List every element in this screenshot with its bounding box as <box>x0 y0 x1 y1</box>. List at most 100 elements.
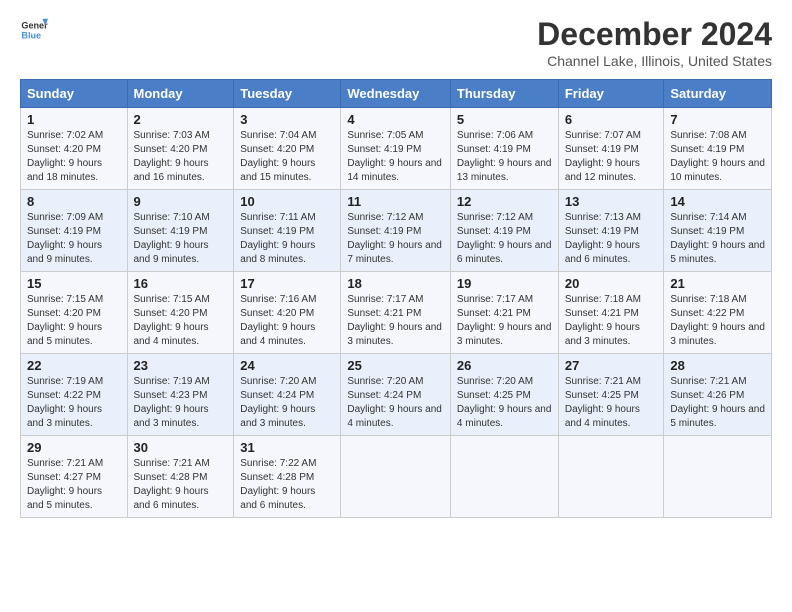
day-cell: 12 Sunrise: 7:12 AM Sunset: 4:19 PM Dayl… <box>450 190 558 272</box>
day-detail: Sunrise: 7:08 AM Sunset: 4:19 PM Dayligh… <box>670 129 765 185</box>
header-cell-thursday: Thursday <box>450 80 558 108</box>
day-cell: 31 Sunrise: 7:22 AM Sunset: 4:28 PM Dayl… <box>234 436 341 518</box>
day-number: 18 <box>347 276 444 291</box>
day-cell: 22 Sunrise: 7:19 AM Sunset: 4:22 PM Dayl… <box>21 354 128 436</box>
day-number: 9 <box>134 194 228 209</box>
day-number: 19 <box>457 276 552 291</box>
day-detail: Sunrise: 7:06 AM Sunset: 4:19 PM Dayligh… <box>457 129 552 185</box>
day-detail: Sunrise: 7:18 AM Sunset: 4:22 PM Dayligh… <box>670 293 765 349</box>
day-cell <box>558 436 664 518</box>
day-detail: Sunrise: 7:17 AM Sunset: 4:21 PM Dayligh… <box>347 293 444 349</box>
title-section: December 2024 Channel Lake, Illinois, Un… <box>537 16 772 69</box>
day-detail: Sunrise: 7:21 AM Sunset: 4:28 PM Dayligh… <box>134 457 228 513</box>
day-detail: Sunrise: 7:12 AM Sunset: 4:19 PM Dayligh… <box>457 211 552 267</box>
day-detail: Sunrise: 7:11 AM Sunset: 4:19 PM Dayligh… <box>240 211 334 267</box>
day-cell: 1 Sunrise: 7:02 AM Sunset: 4:20 PM Dayli… <box>21 108 128 190</box>
day-number: 5 <box>457 112 552 127</box>
day-number: 30 <box>134 440 228 455</box>
day-number: 31 <box>240 440 334 455</box>
day-cell: 7 Sunrise: 7:08 AM Sunset: 4:19 PM Dayli… <box>664 108 772 190</box>
day-cell <box>450 436 558 518</box>
day-cell: 11 Sunrise: 7:12 AM Sunset: 4:19 PM Dayl… <box>341 190 451 272</box>
day-detail: Sunrise: 7:19 AM Sunset: 4:22 PM Dayligh… <box>27 375 121 431</box>
day-cell: 6 Sunrise: 7:07 AM Sunset: 4:19 PM Dayli… <box>558 108 664 190</box>
day-cell: 8 Sunrise: 7:09 AM Sunset: 4:19 PM Dayli… <box>21 190 128 272</box>
day-cell: 13 Sunrise: 7:13 AM Sunset: 4:19 PM Dayl… <box>558 190 664 272</box>
day-number: 23 <box>134 358 228 373</box>
header-cell-sunday: Sunday <box>21 80 128 108</box>
day-number: 7 <box>670 112 765 127</box>
day-cell: 29 Sunrise: 7:21 AM Sunset: 4:27 PM Dayl… <box>21 436 128 518</box>
day-cell: 16 Sunrise: 7:15 AM Sunset: 4:20 PM Dayl… <box>127 272 234 354</box>
day-detail: Sunrise: 7:19 AM Sunset: 4:23 PM Dayligh… <box>134 375 228 431</box>
day-cell: 4 Sunrise: 7:05 AM Sunset: 4:19 PM Dayli… <box>341 108 451 190</box>
day-number: 24 <box>240 358 334 373</box>
day-detail: Sunrise: 7:16 AM Sunset: 4:20 PM Dayligh… <box>240 293 334 349</box>
day-number: 27 <box>565 358 658 373</box>
day-cell: 30 Sunrise: 7:21 AM Sunset: 4:28 PM Dayl… <box>127 436 234 518</box>
day-number: 4 <box>347 112 444 127</box>
day-detail: Sunrise: 7:20 AM Sunset: 4:25 PM Dayligh… <box>457 375 552 431</box>
day-number: 1 <box>27 112 121 127</box>
day-cell: 9 Sunrise: 7:10 AM Sunset: 4:19 PM Dayli… <box>127 190 234 272</box>
day-detail: Sunrise: 7:15 AM Sunset: 4:20 PM Dayligh… <box>134 293 228 349</box>
day-detail: Sunrise: 7:21 AM Sunset: 4:25 PM Dayligh… <box>565 375 658 431</box>
day-detail: Sunrise: 7:12 AM Sunset: 4:19 PM Dayligh… <box>347 211 444 267</box>
day-number: 2 <box>134 112 228 127</box>
day-detail: Sunrise: 7:13 AM Sunset: 4:19 PM Dayligh… <box>565 211 658 267</box>
day-cell: 10 Sunrise: 7:11 AM Sunset: 4:19 PM Dayl… <box>234 190 341 272</box>
day-cell: 23 Sunrise: 7:19 AM Sunset: 4:23 PM Dayl… <box>127 354 234 436</box>
header-cell-wednesday: Wednesday <box>341 80 451 108</box>
week-row-4: 22 Sunrise: 7:19 AM Sunset: 4:22 PM Dayl… <box>21 354 772 436</box>
day-cell: 20 Sunrise: 7:18 AM Sunset: 4:21 PM Dayl… <box>558 272 664 354</box>
day-cell: 25 Sunrise: 7:20 AM Sunset: 4:24 PM Dayl… <box>341 354 451 436</box>
day-number: 17 <box>240 276 334 291</box>
day-detail: Sunrise: 7:04 AM Sunset: 4:20 PM Dayligh… <box>240 129 334 185</box>
day-number: 16 <box>134 276 228 291</box>
calendar-title: December 2024 <box>537 16 772 53</box>
day-number: 28 <box>670 358 765 373</box>
day-detail: Sunrise: 7:14 AM Sunset: 4:19 PM Dayligh… <box>670 211 765 267</box>
day-cell: 26 Sunrise: 7:20 AM Sunset: 4:25 PM Dayl… <box>450 354 558 436</box>
day-cell: 19 Sunrise: 7:17 AM Sunset: 4:21 PM Dayl… <box>450 272 558 354</box>
header-cell-tuesday: Tuesday <box>234 80 341 108</box>
day-cell: 18 Sunrise: 7:17 AM Sunset: 4:21 PM Dayl… <box>341 272 451 354</box>
day-number: 11 <box>347 194 444 209</box>
day-number: 8 <box>27 194 121 209</box>
day-number: 10 <box>240 194 334 209</box>
day-detail: Sunrise: 7:15 AM Sunset: 4:20 PM Dayligh… <box>27 293 121 349</box>
day-detail: Sunrise: 7:21 AM Sunset: 4:27 PM Dayligh… <box>27 457 121 513</box>
day-number: 29 <box>27 440 121 455</box>
logo-icon: General Blue <box>20 16 48 44</box>
day-cell: 3 Sunrise: 7:04 AM Sunset: 4:20 PM Dayli… <box>234 108 341 190</box>
day-cell <box>664 436 772 518</box>
day-cell: 2 Sunrise: 7:03 AM Sunset: 4:20 PM Dayli… <box>127 108 234 190</box>
day-detail: Sunrise: 7:18 AM Sunset: 4:21 PM Dayligh… <box>565 293 658 349</box>
logo: General Blue <box>20 16 48 44</box>
day-number: 15 <box>27 276 121 291</box>
day-detail: Sunrise: 7:20 AM Sunset: 4:24 PM Dayligh… <box>240 375 334 431</box>
day-detail: Sunrise: 7:22 AM Sunset: 4:28 PM Dayligh… <box>240 457 334 513</box>
day-number: 13 <box>565 194 658 209</box>
day-number: 20 <box>565 276 658 291</box>
day-cell: 17 Sunrise: 7:16 AM Sunset: 4:20 PM Dayl… <box>234 272 341 354</box>
day-number: 6 <box>565 112 658 127</box>
day-cell: 14 Sunrise: 7:14 AM Sunset: 4:19 PM Dayl… <box>664 190 772 272</box>
day-detail: Sunrise: 7:10 AM Sunset: 4:19 PM Dayligh… <box>134 211 228 267</box>
header-cell-monday: Monday <box>127 80 234 108</box>
day-number: 21 <box>670 276 765 291</box>
day-cell <box>341 436 451 518</box>
day-cell: 5 Sunrise: 7:06 AM Sunset: 4:19 PM Dayli… <box>450 108 558 190</box>
day-cell: 21 Sunrise: 7:18 AM Sunset: 4:22 PM Dayl… <box>664 272 772 354</box>
week-row-2: 8 Sunrise: 7:09 AM Sunset: 4:19 PM Dayli… <box>21 190 772 272</box>
day-cell: 28 Sunrise: 7:21 AM Sunset: 4:26 PM Dayl… <box>664 354 772 436</box>
week-row-5: 29 Sunrise: 7:21 AM Sunset: 4:27 PM Dayl… <box>21 436 772 518</box>
header-cell-saturday: Saturday <box>664 80 772 108</box>
day-detail: Sunrise: 7:17 AM Sunset: 4:21 PM Dayligh… <box>457 293 552 349</box>
week-row-1: 1 Sunrise: 7:02 AM Sunset: 4:20 PM Dayli… <box>21 108 772 190</box>
header-row: SundayMondayTuesdayWednesdayThursdayFrid… <box>21 80 772 108</box>
day-number: 14 <box>670 194 765 209</box>
day-detail: Sunrise: 7:21 AM Sunset: 4:26 PM Dayligh… <box>670 375 765 431</box>
day-number: 12 <box>457 194 552 209</box>
day-number: 25 <box>347 358 444 373</box>
